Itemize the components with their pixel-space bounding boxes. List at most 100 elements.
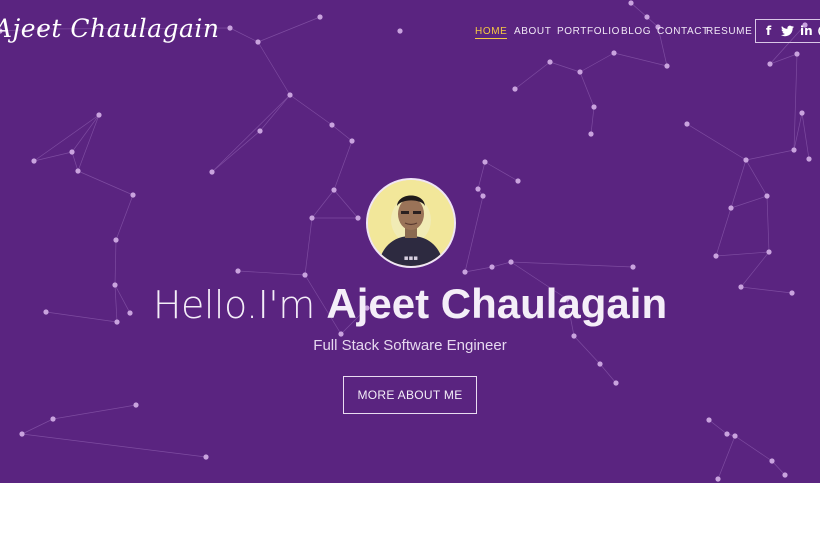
network-dot: [715, 476, 721, 482]
nav-item-resume[interactable]: RESUME: [706, 26, 752, 37]
network-dot: [75, 168, 81, 174]
profile-photo: ▪▪▪: [368, 180, 454, 266]
facebook-icon[interactable]: f: [766, 24, 771, 38]
network-line: [793, 53, 798, 151]
network-dot: [764, 193, 770, 199]
network-line: [115, 194, 134, 241]
network-line: [464, 266, 493, 273]
network-dot: [794, 51, 800, 57]
network-dot: [50, 416, 56, 422]
hero-subtitle: Full Stack Software Engineer: [313, 337, 507, 354]
network-dot: [767, 61, 773, 67]
network-line: [304, 217, 313, 276]
network-line: [229, 27, 259, 43]
network-line: [211, 94, 291, 173]
network-dot: [130, 192, 136, 198]
hero-headline: Hello.I'm Ajeet Chaulagain: [0, 280, 820, 328]
network-line: [745, 159, 768, 197]
network-line: [715, 207, 732, 257]
network-dot: [547, 59, 553, 65]
network-line: [579, 71, 595, 108]
network-dot: [728, 205, 734, 211]
network-dot: [397, 28, 403, 34]
network-dot: [309, 215, 315, 221]
network-dot: [475, 186, 481, 192]
network-dot: [512, 86, 518, 92]
network-dot: [577, 69, 583, 75]
network-dot: [255, 39, 261, 45]
network-dot: [203, 454, 209, 460]
network-line: [717, 435, 736, 480]
network-dot: [96, 112, 102, 118]
network-line: [715, 251, 770, 257]
network-line: [331, 124, 353, 142]
network-line: [730, 195, 768, 209]
network-dot: [591, 104, 597, 110]
network-dot: [706, 417, 712, 423]
network-dot: [209, 169, 215, 175]
content-area: [0, 483, 820, 560]
hero-greeting: Hello.I'm: [152, 283, 327, 327]
linkedin-icon[interactable]: in: [800, 24, 813, 38]
network-line: [33, 114, 100, 162]
network-dot: [508, 259, 514, 265]
network-line: [257, 41, 291, 96]
network-dot: [630, 264, 636, 270]
network-dot: [743, 157, 749, 163]
network-dot: [31, 158, 37, 164]
more-about-me-button[interactable]: MORE ABOUT ME: [343, 376, 477, 414]
network-line: [71, 151, 79, 172]
network-line: [730, 159, 747, 209]
nav-item-home[interactable]: HOME: [475, 26, 508, 39]
social-links: f in: [755, 19, 820, 43]
network-line: [491, 261, 512, 268]
network-dot: [287, 92, 293, 98]
nav-item-portfolio[interactable]: PORTFOLIO: [557, 26, 620, 37]
network-dot: [349, 138, 355, 144]
network-dot: [302, 272, 308, 278]
network-line: [114, 239, 117, 286]
network-line: [579, 52, 615, 73]
profile-avatar: ▪▪▪: [366, 178, 456, 268]
svg-text:▪▪▪: ▪▪▪: [404, 254, 418, 262]
network-line: [549, 61, 581, 73]
network-line: [333, 189, 359, 219]
network-dot: [644, 14, 650, 20]
network-line: [477, 161, 486, 190]
network-line: [464, 195, 484, 273]
network-line: [630, 2, 648, 18]
network-dot: [482, 159, 488, 165]
network-dot: [806, 156, 812, 162]
network-dot: [732, 433, 738, 439]
network-dot: [782, 472, 788, 478]
network-dot: [769, 458, 775, 464]
network-line: [77, 114, 100, 172]
network-dot: [613, 380, 619, 386]
nav-item-contact[interactable]: CONTACT: [657, 26, 709, 37]
network-dot: [611, 50, 617, 56]
network-line: [211, 130, 261, 173]
network-line: [237, 270, 306, 276]
network-dot: [235, 268, 241, 274]
network-line: [52, 404, 137, 420]
network-dot: [329, 122, 335, 128]
network-line: [590, 106, 595, 135]
network-line: [801, 112, 810, 160]
network-line: [510, 261, 634, 268]
network-dot: [597, 361, 603, 367]
network-line: [21, 418, 54, 435]
network-line: [259, 94, 291, 132]
network-line: [766, 195, 770, 253]
network-line: [514, 61, 551, 90]
nav-item-about[interactable]: ABOUT: [514, 26, 551, 37]
site-logo[interactable]: Ajeet Chaulagain: [0, 14, 220, 43]
network-line: [77, 170, 134, 196]
network-dot: [480, 193, 486, 199]
nav-item-blog[interactable]: BLOG: [621, 26, 651, 37]
network-dot: [331, 187, 337, 193]
network-dot: [515, 178, 521, 184]
twitter-icon[interactable]: [781, 25, 794, 40]
network-dot: [133, 402, 139, 408]
network-line: [21, 433, 207, 458]
network-line: [257, 16, 321, 43]
